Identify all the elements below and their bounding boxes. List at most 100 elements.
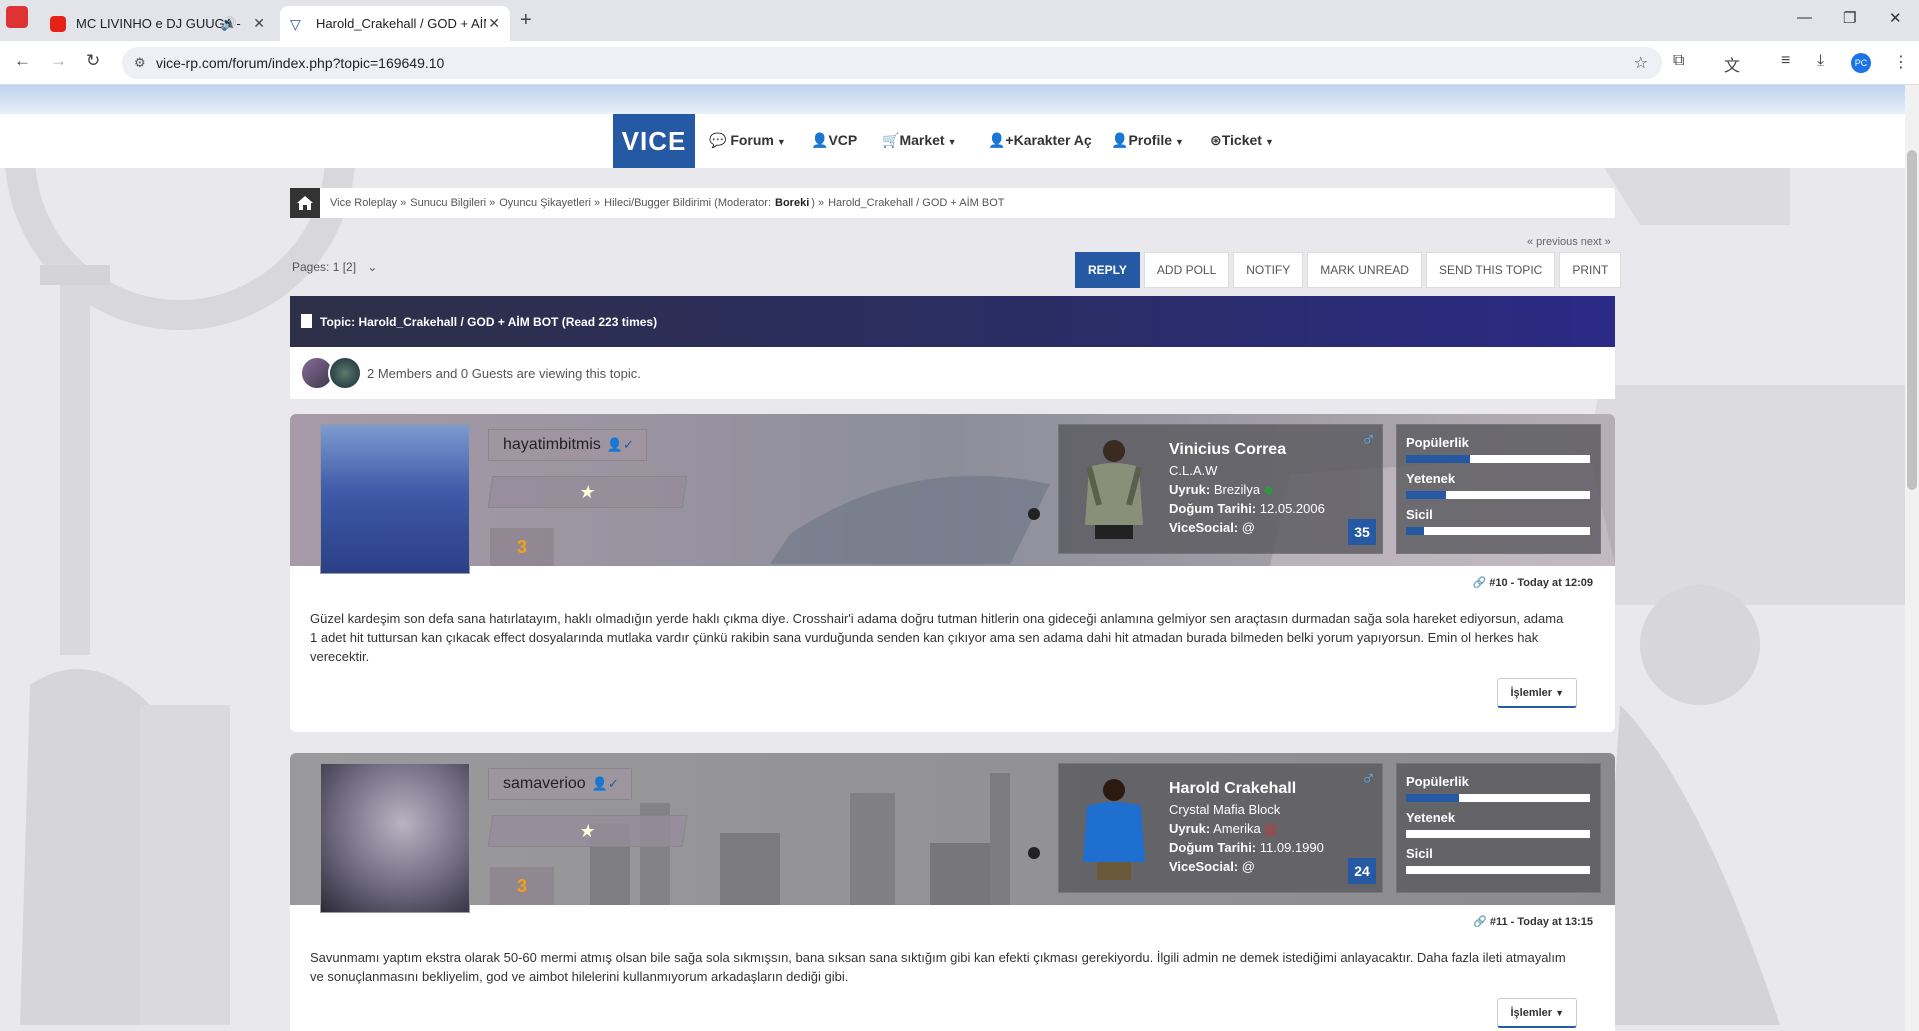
character-image [1083,779,1145,880]
prev-next-links[interactable]: « previous next » [1527,236,1611,248]
male-icon: ♂ [1361,768,1376,790]
address-bar[interactable]: ⚙ vice-rp.com/forum/index.php?topic=1696… [122,47,1662,79]
popularity-bar [1406,794,1590,802]
nav-market[interactable]: 🛒Market ▼ [882,132,957,149]
browser-toolbar: ← → ↻ ⚙ vice-rp.com/forum/index.php?topi… [0,41,1919,85]
rank-badge: 3 [490,867,554,905]
cart-icon: 🛒 [882,132,900,148]
send-topic-button[interactable]: SEND THIS TOPIC [1425,252,1556,288]
breadcrumb-link[interactable]: Oyuncu Şikayetleri » [499,197,600,209]
pagination[interactable]: Pages: 1 [2] ⌄ [292,260,377,274]
nav-forum[interactable]: 💬 Forum ▼ [709,132,786,149]
character-faction: C.L.A.W [1169,463,1218,478]
caret-down-icon: ▼ [1175,137,1184,147]
main-navbar: VICE 💬 Forum ▼ 👤VCP 🛒Market ▼ 👤+Karakter A… [0,114,1905,168]
browser-menu-icon[interactable] [6,6,28,28]
character-social: ViceSocial: @ [1169,859,1255,874]
media-control-icon[interactable]: ≡ [1781,52,1790,70]
user-icon: 👤 [811,132,829,148]
character-faction: Crystal Mafia Block [1169,802,1281,817]
tab-youtube[interactable]: MC LIVINHO e DJ GUUGA - 🔊 ✕ [40,6,275,41]
close-window-icon[interactable]: ✕ [1889,9,1902,27]
bar-fill [1406,491,1447,499]
comments-icon: 💬 [709,132,727,148]
star-icon: ★ [578,820,598,841]
home-icon[interactable] [290,188,320,218]
speaker-icon[interactable]: 🔊 [221,16,237,32]
profile-avatar[interactable]: PC [1851,53,1871,73]
extensions-icon[interactable]: ⧉ [1673,52,1684,70]
reload-icon[interactable]: ↻ [86,51,100,71]
reply-button[interactable]: REPLY [1075,252,1140,288]
status-dot [1028,508,1040,520]
close-tab-icon[interactable]: ✕ [253,15,265,32]
character-social: ViceSocial: @ [1169,520,1255,535]
bar-fill [1406,794,1460,802]
youtube-icon [50,15,66,32]
record-bar [1406,527,1590,535]
character-birth: Doğum Tarihi: 11.09.1990 [1169,840,1324,855]
breadcrumb-link[interactable]: Hileci/Bugger Bildirimi (Moderator: [604,197,771,209]
caret-down-icon: ▼ [1555,1007,1564,1018]
breadcrumb-sep: ) » [811,197,825,209]
topic-header: Topic: Harold_Crakehall / GOD + AİM BOT … [290,296,1615,347]
add-poll-button[interactable]: ADD POLL [1143,252,1230,288]
record-bar [1406,866,1590,874]
nav-vcp[interactable]: 👤VCP [811,132,857,149]
post-meta[interactable]: 🔗 #10 - Today at 12:09 [1473,576,1594,589]
character-name: Harold Crakehall [1169,780,1297,797]
username-badge[interactable]: hayatimbitmis 👤✓ [488,429,647,461]
skill-bar [1406,491,1590,499]
actions-dropdown-button[interactable]: İşlemler ▼ [1497,998,1577,1028]
breadcrumb: Vice Roleplay » Sunucu Bilgileri » Oyunc… [290,188,1615,218]
scrollbar-thumb[interactable] [1907,150,1917,490]
mark-unread-button[interactable]: MARK UNREAD [1307,252,1422,288]
avatar[interactable] [320,424,470,574]
breadcrumb-current[interactable]: Harold_Crakehall / GOD + AİM BOT [828,197,1004,209]
status-dot [1028,847,1040,859]
actions-dropdown-button[interactable]: İşlemler ▼ [1497,678,1577,708]
tab-forum[interactable]: ▽ Harold_Crakehall / GOD + AİM ✕ [280,6,510,41]
document-icon [301,314,312,328]
bookmark-star-icon[interactable]: ☆ [1634,53,1648,73]
caret-down-icon: ▼ [776,137,786,147]
nav-ticket[interactable]: ⊛Ticket ▼ [1210,132,1274,149]
back-icon[interactable]: ← [14,51,31,71]
new-tab-icon[interactable]: + [520,9,532,32]
browser-menu-icon[interactable]: ⋮ [1893,52,1909,72]
rank-badge: 3 [490,528,554,566]
nav-profile[interactable]: 👤Profile ▼ [1111,132,1184,149]
avatar[interactable] [320,763,470,913]
avatar[interactable] [328,356,362,390]
post-body: Güzel kardeşim son defa sana hatırlatayı… [310,611,1564,664]
popularity-label: Popülerlik [1406,774,1469,789]
topic-actions: REPLY ADD POLL NOTIFY MARK UNREAD SEND T… [1071,252,1622,288]
forum-page: VICE 💬 Forum ▼ 👤VCP 🛒Market ▼ 👤+Karakter A… [0,85,1905,1031]
post-meta[interactable]: 🔗 #11 - Today at 13:15 [1473,915,1593,928]
caret-down-icon: ▼ [947,137,957,147]
moderator-link[interactable]: Boreki [775,197,809,209]
caret-down-icon: ▼ [1264,137,1274,147]
rank-bar: ★ [487,815,688,847]
notify-button[interactable]: NOTIFY [1233,252,1304,288]
restore-icon[interactable]: ❐ [1843,9,1856,27]
translate-icon[interactable]: 文 [1724,52,1740,76]
download-icon[interactable]: ⤓ [1817,52,1824,70]
post-body: Savunmamı yaptım ekstra olarak 50-60 mer… [310,950,1566,984]
minimize-icon[interactable]: — [1797,9,1812,26]
site-info-icon[interactable]: ⚙ [134,55,146,71]
caret-down-icon: ▼ [1555,687,1564,698]
skill-label: Yetenek [1406,471,1456,486]
breadcrumb-link[interactable]: Sunucu Bilgileri » [410,197,495,209]
print-button[interactable]: PRINT [1559,252,1622,288]
user-icon: 👤 [1111,132,1129,148]
topic-title: Topic: Harold_Crakehall / GOD + AİM BOT … [320,314,658,329]
chevron-down-icon[interactable]: ⌄ [367,260,377,274]
link-icon: 🔗 [1472,577,1487,589]
forward-icon[interactable]: → [50,51,67,71]
breadcrumb-link[interactable]: Vice Roleplay » [330,197,406,209]
nav-karakter[interactable]: 👤+Karakter Aç [988,132,1092,149]
brand-logo[interactable]: VICE [613,114,695,168]
username-badge[interactable]: samaverioo 👤✓ [488,768,632,800]
close-tab-icon[interactable]: ✕ [488,15,500,32]
